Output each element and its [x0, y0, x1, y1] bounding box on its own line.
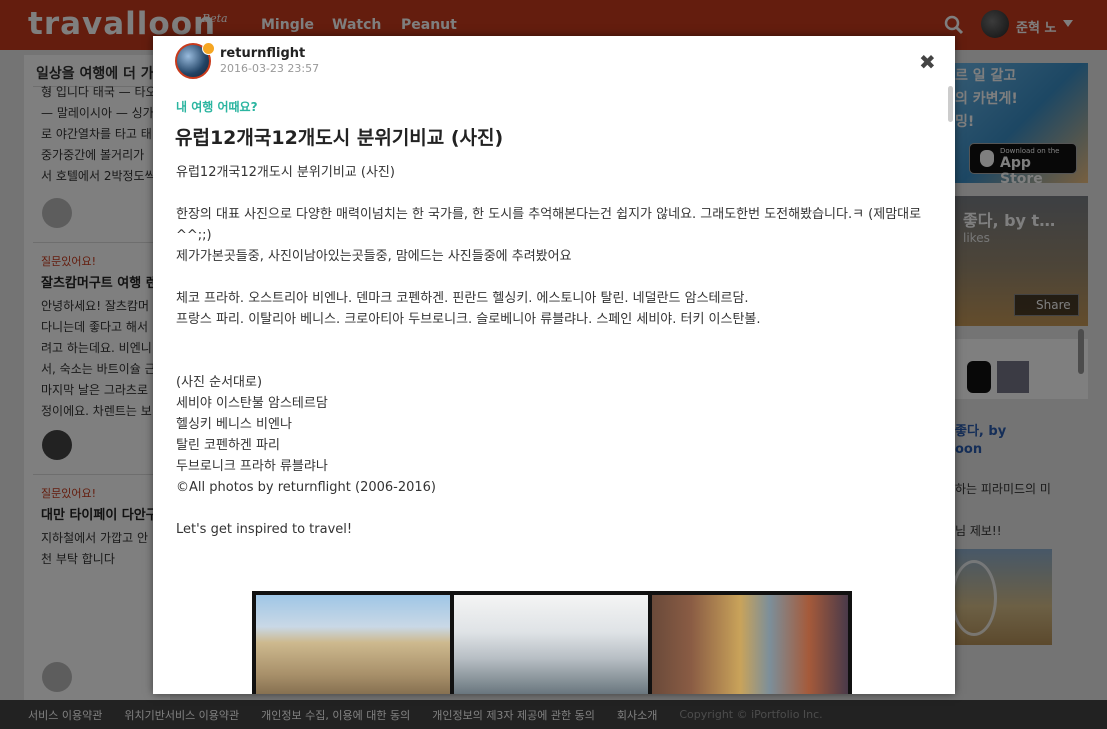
post-paragraph: 두브로니크 프라하 류블랴나 [176, 459, 328, 474]
post-paragraph: 체코 프라하. 오스트리아 비엔나. 덴마크 코펜하겐. 핀란드 헬싱키. 에스… [176, 291, 749, 306]
post-paragraph: 한장의 대표 사진으로 다양한 매력이넘치는 한 국가를, 한 도시를 추억해본… [176, 207, 922, 222]
close-icon[interactable]: ✖ [919, 50, 936, 74]
photo-amsterdam[interactable] [652, 595, 848, 694]
badge-icon [202, 42, 215, 55]
post-title: 유럽12개국12개도시 분위기비교 (사진) [175, 127, 504, 149]
post-paragraph: 세비야 이스탄불 암스테르담 [176, 396, 328, 411]
post-paragraph: 헬싱키 베니스 비엔나 [176, 417, 292, 432]
post-date: 2016-03-23 23:57 [220, 62, 320, 75]
post-paragraph: 제가가본곳들중, 사진이남아있는곳들중, 맘에드는 사진들중에 추려봤어요 [176, 249, 572, 264]
post-paragraph: (사진 순서대로) [176, 375, 263, 390]
post-paragraph: 프랑스 파리. 이탈리아 베니스. 크로아티아 두브로니크. 슬로베니아 류블랴… [176, 312, 761, 327]
post-paragraph: Let's get inspired to travel! [176, 522, 353, 537]
post-paragraph: ^^;;) [176, 228, 212, 243]
post-paragraph: ©All photos by returnflight (2006-2016) [176, 480, 436, 495]
post-modal: returnflight 2016-03-23 23:57 ✖ 내 여행 어때요… [153, 36, 955, 694]
post-paragraph: 탈린 코펜하겐 파리 [176, 438, 280, 453]
photo-sevilla[interactable] [256, 595, 450, 694]
photo-collage[interactable] [252, 591, 852, 694]
author-name[interactable]: returnflight [220, 46, 305, 61]
photo-istanbul[interactable] [454, 595, 648, 694]
post-paragraph: 유럽12개국12개도시 분위기비교 (사진) [176, 165, 395, 180]
post-category[interactable]: 내 여행 어때요? [176, 98, 258, 115]
modal-scrollbar[interactable] [948, 86, 953, 122]
